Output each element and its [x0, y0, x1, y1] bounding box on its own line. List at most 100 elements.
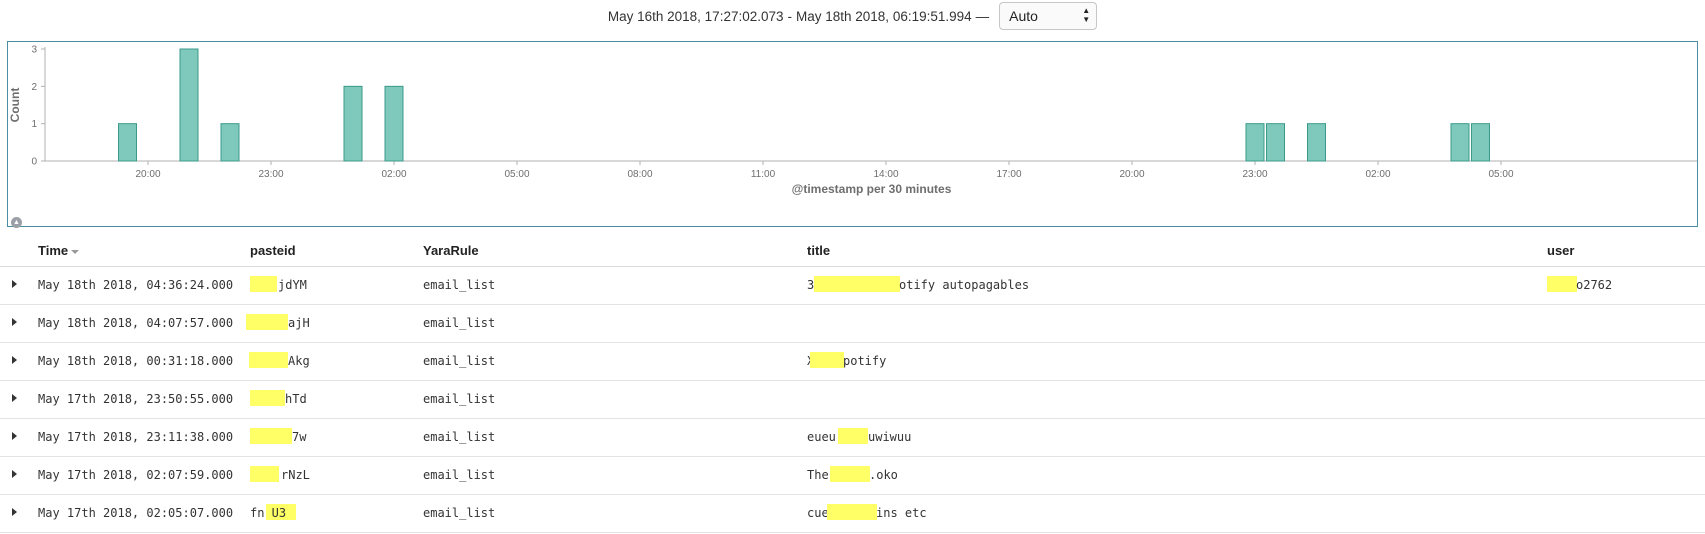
range-to: May 18th 2018, 06:19:51.994 — [796, 8, 972, 24]
cell-pasteid: rNzL — [281, 468, 310, 482]
time-range-bar: May 16th 2018, 17:27:02.073 - May 18th 2… — [0, 0, 1705, 32]
y-axis-title: Count — [8, 88, 22, 123]
x-tick-label: 11:00 — [751, 169, 776, 180]
cell-yararule: email_list — [423, 430, 496, 444]
x-axis-title: @timestamp per 30 minutes — [792, 182, 952, 196]
x-tick-label: 14:00 — [873, 169, 898, 180]
histogram-bar — [1307, 123, 1326, 162]
x-tick-label: 05:00 — [504, 169, 529, 180]
cell-title-prefix: eueu — [807, 430, 836, 444]
histogram-bar — [1266, 123, 1285, 162]
table-row[interactable]: May 17th 2018, 02:05:07.000 fn U3 email_li… — [0, 495, 1705, 533]
range-from: May 16th 2018, 17:27:02.073 — [607, 8, 784, 24]
histogram-bar — [179, 48, 199, 162]
redaction-mark — [838, 428, 868, 444]
x-tick-label: 02:00 — [1365, 169, 1390, 180]
cell-time: May 17th 2018, 23:50:55.000 — [38, 392, 234, 406]
histogram-bar — [1471, 123, 1490, 162]
expand-row-icon[interactable] — [12, 356, 17, 364]
cell-pasteid: hTd — [285, 392, 307, 406]
table-row[interactable]: May 18th 2018, 00:31:18.000 Akg email_list… — [0, 343, 1705, 381]
range-separator: - — [787, 8, 793, 24]
cell-title-suffix: potify — [843, 354, 887, 368]
range-dash: — — [975, 8, 990, 24]
sort-down-icon[interactable] — [71, 249, 80, 254]
histogram-bar — [220, 123, 240, 162]
expand-row-icon[interactable] — [12, 394, 17, 402]
table-row[interactable]: May 17th 2018, 02:07:59.000 rNzL email_lis… — [0, 457, 1705, 495]
cell-yararule: email_list — [423, 392, 496, 406]
interval-select[interactable]: Auto ▲ ▼ — [999, 2, 1098, 30]
y-tick-label: 2 — [31, 82, 37, 93]
expand-row-icon[interactable] — [12, 432, 17, 440]
x-tick-label: 23:00 — [1242, 169, 1267, 180]
redaction-mark — [250, 276, 277, 292]
cell-title-suffix: otify autopagables — [899, 278, 1030, 292]
x-tick-label: 17:00 — [996, 169, 1021, 180]
time-range-text[interactable]: May 16th 2018, 17:27:02.073 - May 18th 2… — [608, 9, 989, 24]
x-tick-label: 20:00 — [135, 169, 160, 180]
redaction-mark — [250, 428, 292, 444]
cell-time: May 17th 2018, 23:11:38.000 — [38, 430, 234, 444]
column-header-user[interactable]: user — [1547, 243, 1574, 258]
column-header-yararule[interactable]: YaraRule — [423, 243, 479, 258]
redaction-mark — [250, 390, 285, 406]
cell-title-prefix: The — [807, 468, 829, 482]
x-tick-label: 20:00 — [1119, 169, 1144, 180]
x-tick-label: 08:00 — [627, 169, 652, 180]
x-tick-label: 23:00 — [258, 169, 283, 180]
redaction-mark — [246, 314, 288, 330]
redaction-mark — [814, 276, 900, 292]
histogram-bar — [384, 85, 404, 162]
expand-row-icon[interactable] — [12, 508, 17, 516]
cell-title-prefix: cue — [807, 506, 829, 520]
cell-yararule: email_list — [423, 316, 496, 330]
histogram-bar — [343, 85, 363, 162]
cell-user: o2762 — [1576, 278, 1613, 292]
x-tick-label: 02:00 — [381, 169, 406, 180]
cell-pasteid: jdYM — [278, 278, 307, 292]
column-header-time-label: Time — [38, 243, 69, 258]
cell-yararule: email_list — [423, 354, 496, 368]
histogram-bar — [1245, 123, 1265, 162]
select-arrows-icon: ▲ ▼ — [1082, 6, 1091, 24]
histogram-bar — [1450, 123, 1470, 162]
cell-time: May 18th 2018, 04:36:24.000 — [38, 278, 234, 292]
expand-row-icon[interactable] — [12, 470, 17, 478]
expand-row-icon[interactable] — [12, 318, 17, 326]
column-header-title[interactable]: title — [807, 243, 830, 258]
redaction-mark — [830, 466, 870, 482]
cell-title-suffix: uwiwuu — [868, 430, 912, 444]
cell-pasteid: Akg — [288, 354, 310, 368]
redaction-mark — [810, 352, 844, 368]
documents-table: Time pasteid YaraRule title user May 18t… — [0, 233, 1705, 533]
cell-time: May 18th 2018, 00:31:18.000 — [38, 354, 234, 368]
table-body: May 18th 2018, 04:36:24.000 jdYM email_lis… — [0, 267, 1705, 533]
cell-pasteid: 7w — [292, 430, 307, 444]
cell-pasteid: ajH — [288, 316, 310, 330]
cell-pasteid: fn U3 — [250, 506, 287, 520]
table-row[interactable]: May 17th 2018, 23:11:38.000 7w email_list e… — [0, 419, 1705, 457]
column-header-time[interactable]: Time — [38, 243, 80, 258]
expand-row-icon[interactable] — [12, 280, 17, 288]
table-row[interactable]: May 18th 2018, 04:36:24.000 jdYM email_lis… — [0, 267, 1705, 305]
cell-title-suffix: ins etc — [876, 506, 927, 520]
x-tick-label: 05:00 — [1488, 169, 1513, 180]
interval-value: Auto — [1009, 8, 1038, 24]
cell-yararule: email_list — [423, 506, 496, 520]
y-tick-label: 3 — [31, 45, 37, 56]
redaction-mark — [827, 504, 877, 520]
table-row[interactable]: May 17th 2018, 23:50:55.000 hTd email_list — [0, 381, 1705, 419]
cell-yararule: email_list — [423, 278, 496, 292]
collapse-chart-icon[interactable]: ▲ — [11, 217, 22, 228]
y-tick-label: 1 — [31, 119, 37, 130]
cell-yararule: email_list — [423, 468, 496, 482]
histogram-bar — [118, 123, 137, 162]
y-tick-label: 0 — [31, 157, 37, 168]
histogram-chart[interactable]: 0 1 2 3 20:00 23:00 02:00 05:00 08:00 11:00 14:00 1… — [8, 42, 1697, 226]
column-header-pasteid[interactable]: pasteid — [250, 243, 296, 258]
table-row[interactable]: May 18th 2018, 04:07:57.000 ajH email_list — [0, 305, 1705, 343]
cell-time: May 17th 2018, 02:07:59.000 — [38, 468, 234, 482]
redaction-mark — [249, 352, 288, 368]
histogram-panel: 0 1 2 3 20:00 23:00 02:00 05:00 08:00 11:00 14:00 1… — [7, 41, 1698, 228]
